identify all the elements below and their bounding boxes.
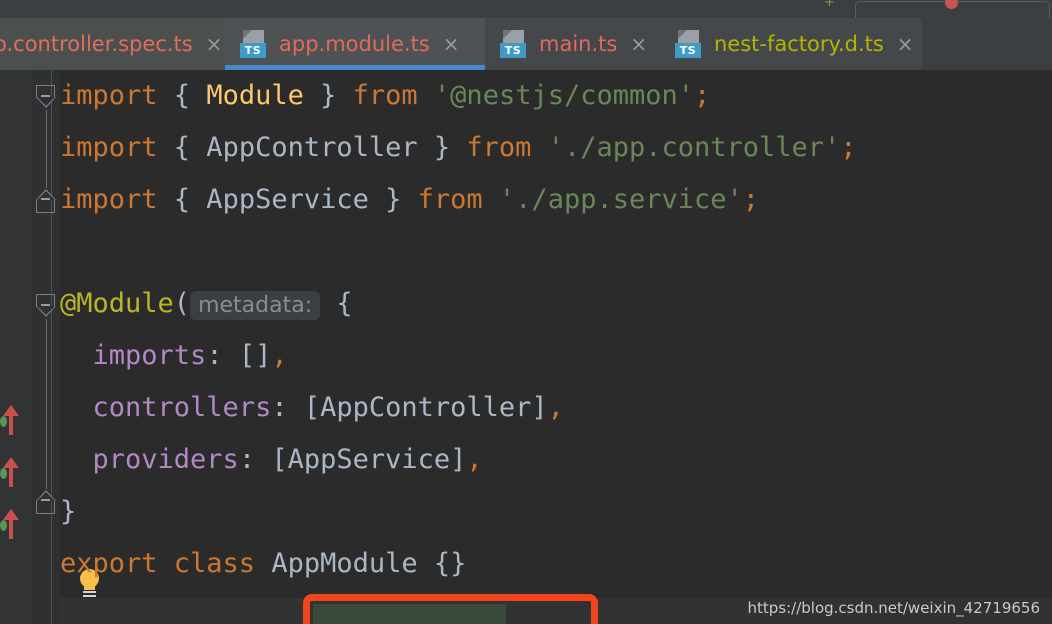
- code-token: import: [60, 132, 174, 163]
- code-token: : []: [206, 340, 272, 371]
- tab-controller-spec[interactable]: o.controller.spec.ts ×: [0, 18, 225, 70]
- code-token: '@nestjs/common': [433, 80, 695, 111]
- code-token: { AppController }: [173, 132, 467, 163]
- code-line-7: controllers: [AppController],: [60, 382, 564, 434]
- code-token: {: [320, 288, 353, 319]
- code-token: ;: [840, 132, 857, 163]
- code-token: from: [352, 80, 434, 111]
- tab-label: nest-factory.d.ts: [714, 32, 884, 56]
- code-token: from: [466, 132, 548, 163]
- code-token: (: [173, 288, 191, 319]
- code-token: imports: [60, 340, 207, 371]
- code-line-1: import { Module } from '@nestjs/common';: [60, 70, 710, 122]
- code-token: }: [303, 80, 353, 111]
- close-icon[interactable]: ×: [897, 34, 914, 54]
- code-token: './app.controller': [547, 132, 841, 163]
- tab-label: o.controller.spec.ts: [0, 32, 193, 56]
- code-editor[interactable]: import { Module } from '@nestjs/common';…: [0, 70, 1052, 624]
- code-token: { AppService }: [173, 184, 418, 215]
- close-icon[interactable]: ×: [630, 34, 647, 54]
- code-token: ;: [742, 184, 760, 215]
- typescript-badge: TS: [500, 43, 526, 58]
- code-token: ,: [466, 444, 483, 475]
- typescript-badge: TS: [675, 43, 701, 58]
- toolbar-strip: +: [0, 0, 1052, 18]
- typescript-badge: TS: [240, 43, 266, 58]
- code-token: import: [60, 80, 174, 111]
- code-token: @Module: [60, 288, 174, 319]
- tab-main[interactable]: TS main.ts ×: [485, 18, 660, 70]
- typescript-file-icon: TS: [499, 29, 529, 59]
- code-token: providers: [60, 444, 239, 475]
- tab-nest-factory[interactable]: TS nest-factory.d.ts ×: [660, 18, 922, 70]
- code-line-6: imports: [],: [60, 330, 288, 382]
- code-token: {: [173, 80, 207, 111]
- code-content[interactable]: import { Module } from '@nestjs/common';…: [0, 70, 1052, 624]
- code-line-9: }: [60, 486, 76, 538]
- code-token: AppModule {}: [271, 548, 467, 579]
- editor-tab-bar: o.controller.spec.ts × TS app.module.ts …: [0, 18, 1052, 70]
- ide-window: + o.controller.spec.ts × TS app.module.t…: [0, 0, 1052, 624]
- close-icon[interactable]: ×: [443, 34, 460, 54]
- code-line-5: @Module(metadata: {: [60, 278, 353, 330]
- code-token: './app.service': [498, 184, 743, 215]
- tab-label: app.module.ts: [279, 32, 430, 56]
- inlay-hint: metadata:: [190, 291, 321, 320]
- code-line-10: export class AppModule {}: [60, 538, 466, 590]
- code-token: controllers: [60, 392, 272, 423]
- code-token: : [AppController]: [271, 392, 548, 423]
- tab-label: main.ts: [539, 32, 618, 56]
- code-line-8: providers: [AppService],: [60, 434, 483, 486]
- code-token: from: [417, 184, 499, 215]
- code-line-3: import { AppService } from './app.servic…: [60, 174, 759, 226]
- typescript-file-icon: TS: [239, 29, 269, 59]
- code-token: ,: [271, 340, 288, 371]
- code-line-2: import { AppController } from './app.con…: [60, 122, 857, 174]
- code-token: : [AppService]: [238, 444, 467, 475]
- code-token: import: [60, 184, 174, 215]
- code-token: }: [60, 496, 77, 527]
- code-token: ,: [547, 392, 564, 423]
- code-token: ;: [694, 80, 711, 111]
- tab-app-module[interactable]: TS app.module.ts ×: [225, 18, 485, 70]
- watermark-text: https://blog.csdn.net/weixin_42719656: [747, 599, 1040, 617]
- plus-icon[interactable]: +: [824, 0, 835, 9]
- close-icon[interactable]: ×: [206, 34, 223, 54]
- typescript-file-icon: TS: [674, 29, 704, 59]
- code-token: Module: [206, 80, 304, 111]
- code-token: export class: [60, 548, 272, 579]
